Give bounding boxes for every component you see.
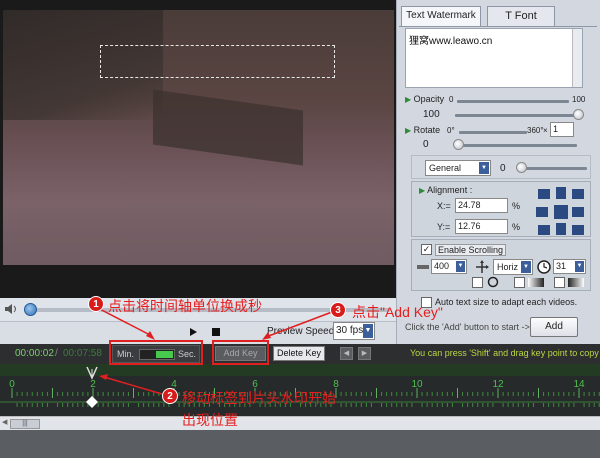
annotation-text-3: 点击"Add Key" bbox=[352, 304, 443, 320]
annotation-text-2b: 出现位置 bbox=[182, 412, 238, 428]
annotation-badge-1: 1 bbox=[88, 296, 104, 312]
annotation-text-2a: 移动标签到片头水印开始 bbox=[182, 390, 336, 406]
annotation-badge-2: 2 bbox=[162, 388, 178, 404]
annotation-text-1: 点击将时间轴单位换成秒 bbox=[108, 298, 262, 314]
annotation-badge-3: 3 bbox=[330, 302, 346, 318]
